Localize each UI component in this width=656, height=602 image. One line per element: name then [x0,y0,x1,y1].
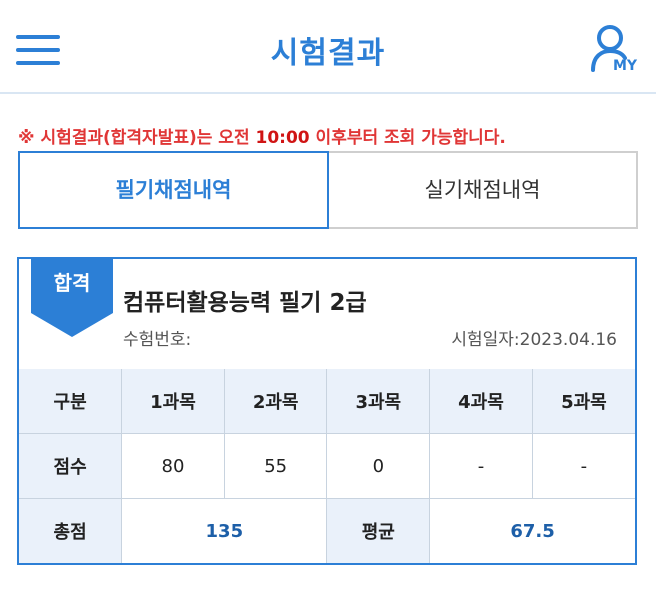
my-page-button[interactable]: MY [588,22,644,76]
my-label: MY [613,58,638,74]
exam-number-label: 수험번호: [123,330,192,350]
result-card: 합격 컴퓨터활용능력 필기 2급 수험번호: 시험일자:2023.04.16 구… [17,257,637,565]
table-header-row: 구분 1과목 2과목 3과목 4과목 5과목 [19,369,635,434]
score-table: 구분 1과목 2과목 3과목 4과목 5과목 점수 80 55 0 - - 총점… [19,369,635,563]
table-header-cell: 3과목 [326,369,431,434]
table-header-cell: 4과목 [429,369,533,434]
average-value: 67.5 [429,498,635,563]
result-notice: ※ 시험결과(합격자발표)는 오전 10:00 이후부터 조회 가능합니다. [18,123,506,148]
result-card-header: 합격 컴퓨터활용능력 필기 2급 수험번호: 시험일자:2023.04.16 [19,257,635,371]
notice-time: 10:00 [255,128,310,148]
app-header: 시험결과 MY [0,0,656,94]
score-row-label: 점수 [19,433,123,499]
score-cell: - [429,433,533,499]
tab-written-scoring[interactable]: 필기채점내역 [18,151,329,229]
table-header-cell: 5과목 [531,369,635,434]
page-title: 시험결과 [270,36,386,71]
table-header-cell: 2과목 [223,369,328,434]
average-label: 평균 [326,498,431,563]
exam-name: 컴퓨터활용능력 필기 2급 [123,290,367,316]
pass-badge: 합격 [53,271,91,295]
score-cell: 55 [223,433,328,499]
score-cell: - [531,433,635,499]
total-row: 총점 135 평균 67.5 [19,498,635,563]
notice-suffix: 이후부터 조회 가능합니다. [309,128,506,148]
exam-date: 시험일자:2023.04.16 [451,330,617,350]
result-tabs: 필기채점내역 실기채점내역 [18,151,638,229]
score-cell: 0 [326,433,431,499]
notice-prefix: ※ 시험결과(합격자발표)는 오전 [18,128,256,148]
score-cell: 80 [121,433,225,499]
table-header-cell: 구분 [19,369,123,434]
total-value: 135 [121,498,328,563]
total-label: 총점 [19,498,123,563]
tab-practical-scoring[interactable]: 실기채점내역 [327,151,638,229]
score-row: 점수 80 55 0 - - [19,433,635,499]
table-header-cell: 1과목 [121,369,225,434]
